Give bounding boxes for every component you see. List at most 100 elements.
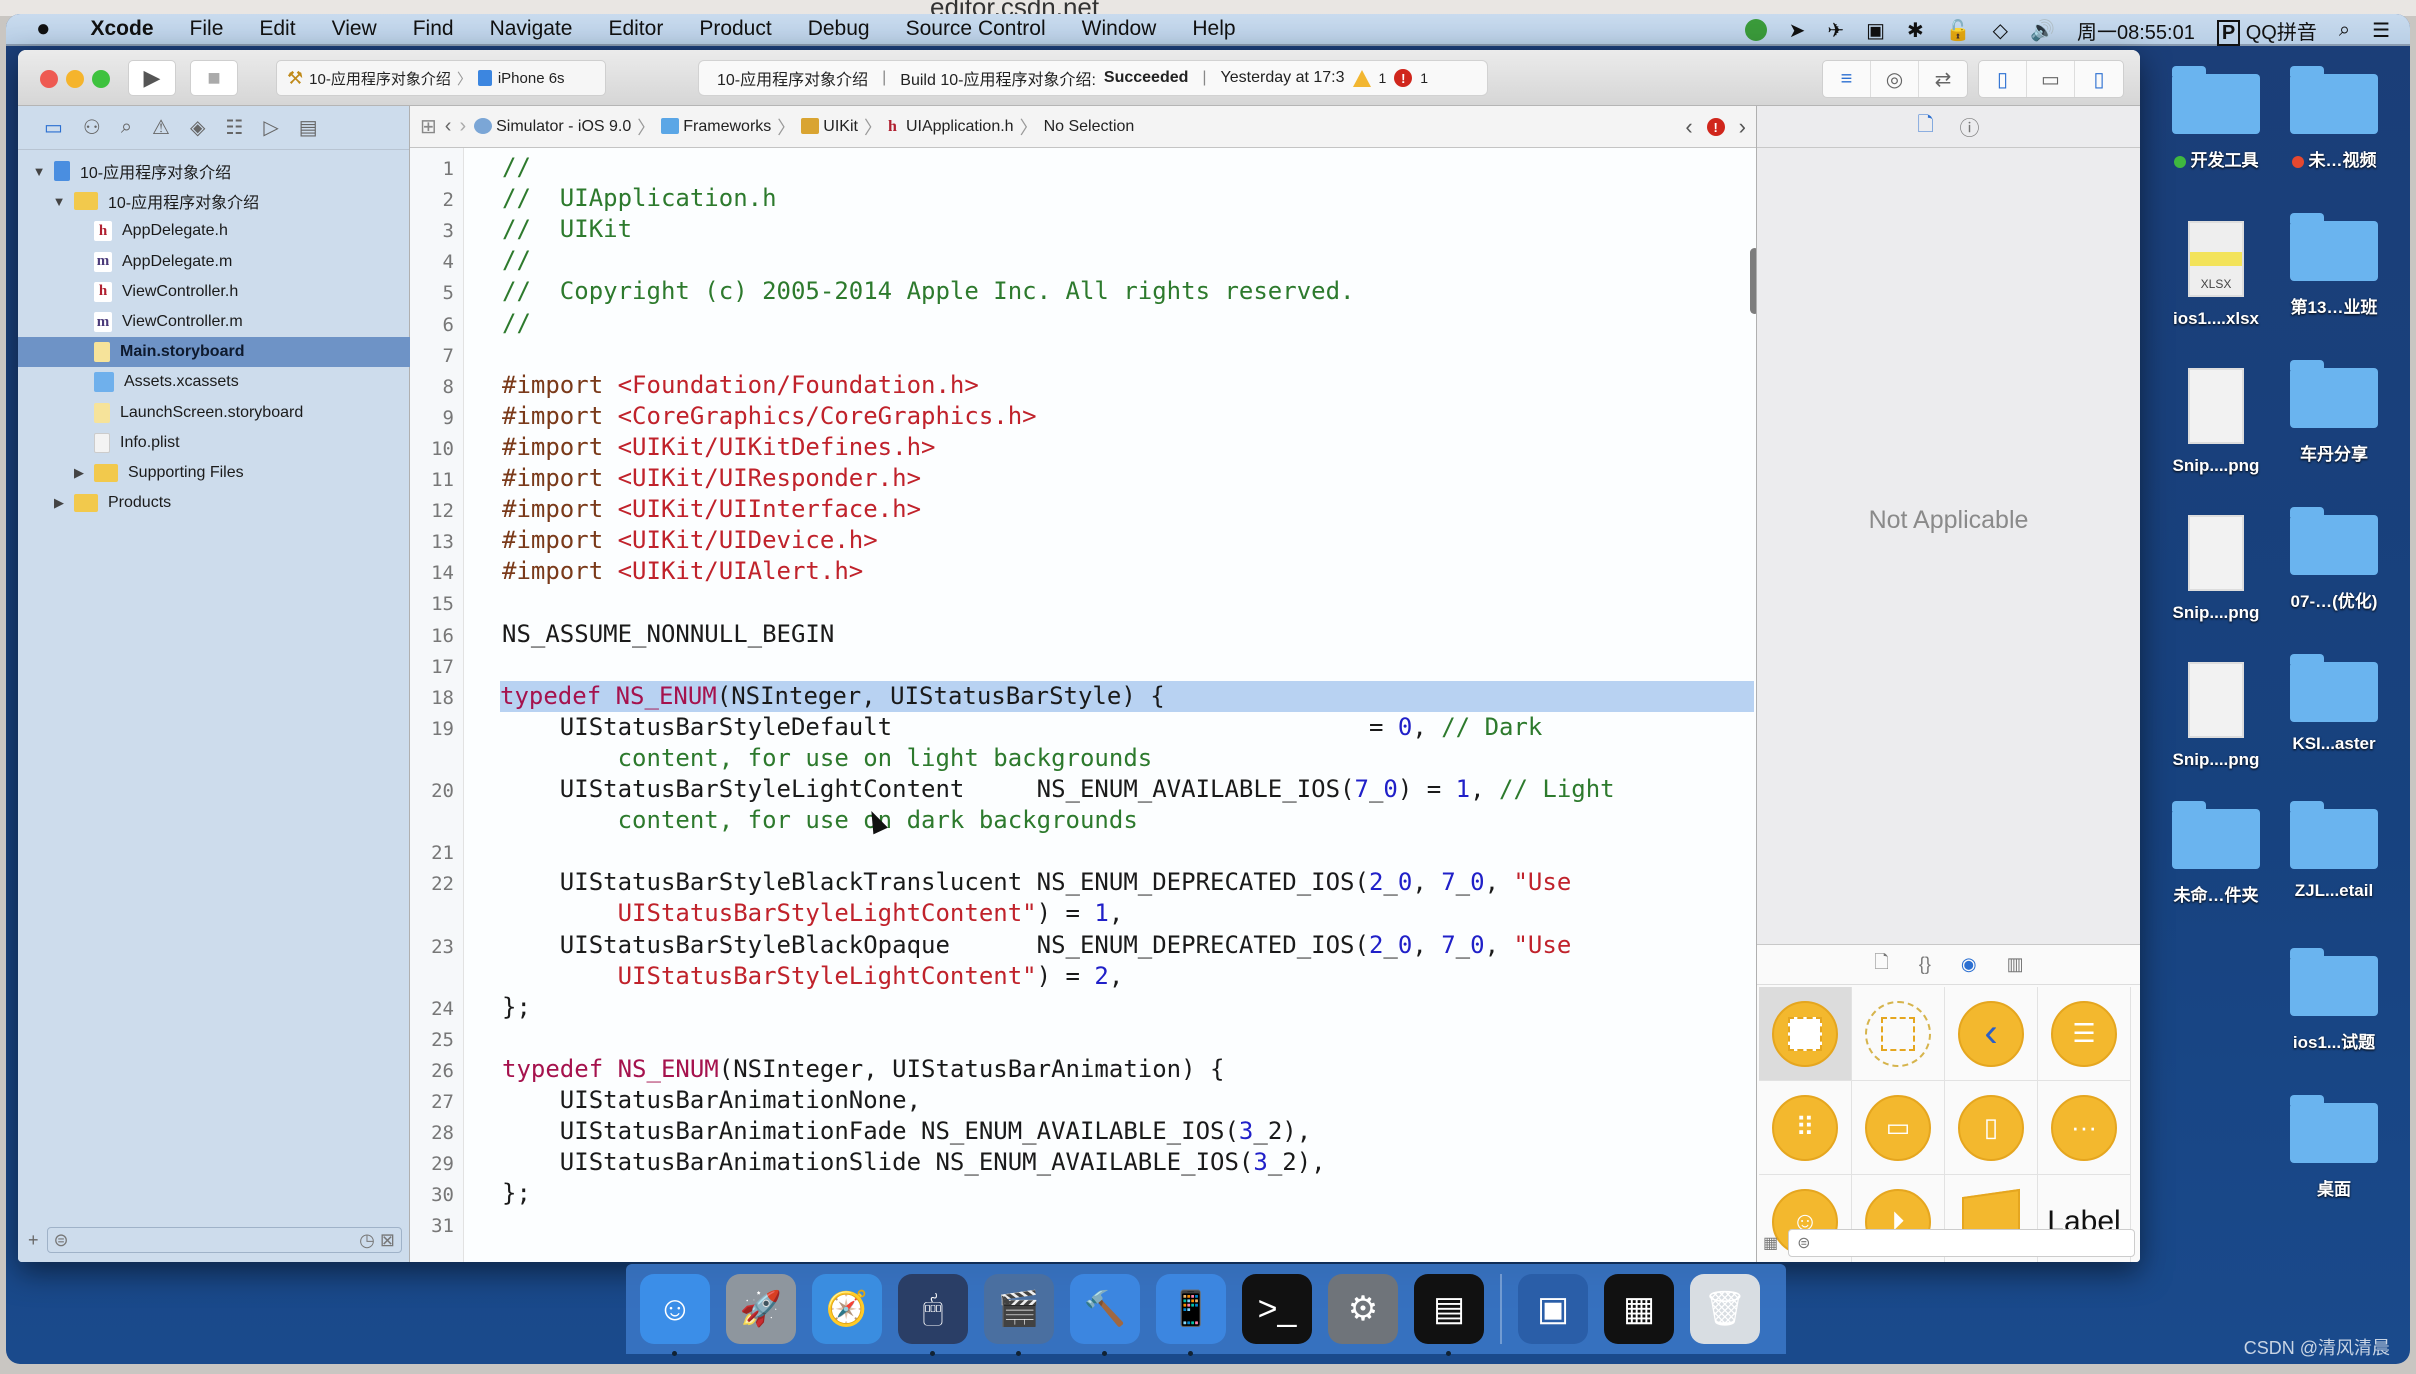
crumb-frameworks[interactable]: Frameworks bbox=[661, 118, 771, 136]
menu-item-editor[interactable]: Editor bbox=[590, 17, 681, 41]
assistant-editor-icon[interactable]: ◎ bbox=[1871, 61, 1919, 97]
dock-app-finder[interactable]: ☺ bbox=[640, 1274, 710, 1356]
menu-app-name[interactable]: Xcode bbox=[73, 17, 172, 41]
desktop-item[interactable]: 第13…业班 bbox=[2274, 213, 2394, 318]
menu-item-debug[interactable]: Debug bbox=[790, 17, 888, 41]
dock-app-mouse-app[interactable]: 🖱 bbox=[898, 1274, 968, 1356]
debug-area-toggle-icon[interactable]: ▭ bbox=[2027, 61, 2075, 97]
clock[interactable]: 周一08:55:01 bbox=[2077, 16, 2195, 45]
warning-icon[interactable] bbox=[1352, 69, 1371, 87]
apple-icon[interactable]: ● bbox=[6, 15, 73, 43]
dock-app-terminal[interactable]: >_ bbox=[1242, 1274, 1312, 1344]
library-item-collection-view-controller[interactable]: ⠿ bbox=[1759, 1081, 1852, 1175]
disclosure-open-icon[interactable]: ▼ bbox=[32, 164, 46, 179]
back-button[interactable]: ‹ bbox=[445, 115, 452, 138]
file-tree-row[interactable]: ▼ 10-应用程序对象介绍 bbox=[18, 186, 410, 216]
file-tree-row[interactable]: ▶ Products bbox=[18, 488, 410, 518]
file-tree-row[interactable]: LaunchScreen.storyboard bbox=[18, 398, 410, 428]
dock-app-imovie[interactable]: 🎬 bbox=[984, 1274, 1054, 1356]
input-method[interactable]: P QQ拼音 bbox=[2216, 16, 2317, 46]
report-navigator-tab-icon[interactable]: ▤ bbox=[299, 115, 318, 140]
dock-app-safari[interactable]: 🧭 bbox=[812, 1274, 882, 1344]
scheme-selector[interactable]: ⚒ 10-应用程序对象介绍 〉 iPhone 6s bbox=[276, 60, 606, 96]
desktop-item[interactable]: 未…视频 bbox=[2274, 66, 2394, 171]
dock-app-trash[interactable]: 🗑 bbox=[1690, 1274, 1760, 1344]
crumb-selection[interactable]: No Selection bbox=[1044, 118, 1135, 136]
dock-app-console[interactable]: ▤ bbox=[1414, 1274, 1484, 1356]
next-issue-button[interactable]: › bbox=[1739, 114, 1746, 140]
file-tree-row[interactable]: m AppDelegate.m bbox=[18, 247, 410, 277]
menu-item-find[interactable]: Find bbox=[395, 17, 472, 41]
file-tree-row[interactable]: h ViewController.h bbox=[18, 277, 410, 307]
standard-editor-icon[interactable]: ≡ bbox=[1823, 61, 1871, 97]
stop-button[interactable]: ■ bbox=[190, 60, 238, 96]
debug-navigator-tab-icon[interactable]: ☷ bbox=[225, 115, 243, 140]
code-snippet-icon[interactable]: {} bbox=[1919, 954, 1931, 975]
menu-item-window[interactable]: Window bbox=[1064, 17, 1175, 41]
menu-item-source-control[interactable]: Source Control bbox=[888, 17, 1064, 41]
desktop-item[interactable]: Snip....png bbox=[2156, 368, 2276, 476]
dock-app-simulator[interactable]: 📱 bbox=[1156, 1274, 1226, 1356]
location-icon[interactable]: ➤ bbox=[1789, 18, 1806, 43]
related-items-icon[interactable]: ⊞ bbox=[420, 114, 437, 139]
menu-item-view[interactable]: View bbox=[314, 17, 395, 41]
lock-icon[interactable]: 🔓 bbox=[1946, 18, 1971, 43]
disclosure-open-icon[interactable]: ▼ bbox=[52, 194, 66, 209]
menu-item-product[interactable]: Product bbox=[681, 17, 789, 41]
file-tree-row[interactable]: Info.plist bbox=[18, 428, 410, 458]
zoom-window-button[interactable] bbox=[92, 70, 110, 88]
file-tree-row[interactable]: Main.storyboard bbox=[18, 337, 410, 368]
close-window-button[interactable] bbox=[40, 70, 58, 88]
navigator-filter-input[interactable]: ⊜ ◷ ⊠ bbox=[46, 1227, 402, 1253]
file-template-icon[interactable]: 🗋 bbox=[1874, 950, 1888, 980]
desktop-item[interactable]: KSI...aster bbox=[2274, 654, 2394, 754]
library-item-page-view-controller[interactable]: ··· bbox=[2038, 1081, 2131, 1175]
utilities-toggle-icon[interactable]: ▯ bbox=[2075, 61, 2123, 97]
version-editor-icon[interactable]: ⇄ bbox=[1919, 61, 1967, 97]
issue-error-icon[interactable]: ! bbox=[1706, 118, 1725, 136]
crumb-file[interactable]: h UIApplication.h bbox=[888, 118, 1014, 136]
source-editor[interactable]: //// UIApplication.h// UIKit//// Copyrig… bbox=[464, 148, 1756, 1262]
media-library-icon[interactable]: ▥ bbox=[2007, 954, 2024, 975]
disclosure-closed-icon[interactable]: ▶ bbox=[52, 495, 66, 511]
dock-app-launchpad[interactable]: 🚀 bbox=[726, 1274, 796, 1344]
file-tree-row[interactable]: ▼ 10-应用程序对象介绍 bbox=[18, 156, 410, 186]
bluetooth-icon[interactable]: ✱ bbox=[1907, 18, 1924, 43]
desktop-item[interactable]: XLSX ios1....xlsx bbox=[2156, 221, 2276, 329]
add-file-button[interactable]: + bbox=[28, 1230, 39, 1251]
issue-navigator-tab-icon[interactable]: ⚠ bbox=[152, 115, 170, 140]
qq-icon[interactable] bbox=[1744, 19, 1767, 41]
activity-viewer[interactable]: 10-应用程序对象介绍 | Build 10-应用程序对象介绍: Succeed… bbox=[698, 60, 1488, 96]
desktop-item[interactable]: 未命…件夹 bbox=[2156, 801, 2276, 906]
object-library-icon[interactable]: ◉ bbox=[1961, 954, 1977, 975]
project-navigator-tab-icon[interactable]: ▭ bbox=[44, 115, 63, 140]
forward-button[interactable]: › bbox=[459, 115, 466, 138]
wifi-icon[interactable]: ◇ bbox=[1993, 18, 2008, 43]
camera-icon[interactable]: ▣ bbox=[1866, 18, 1885, 43]
desktop-item[interactable]: Snip....png bbox=[2156, 662, 2276, 770]
dock-app-calculator[interactable]: ▦ bbox=[1604, 1274, 1674, 1344]
menu-item-file[interactable]: File bbox=[172, 17, 242, 41]
desktop-item[interactable]: 07-…(优化) bbox=[2274, 507, 2394, 612]
error-icon[interactable]: ! bbox=[1394, 69, 1413, 87]
disclosure-closed-icon[interactable]: ▶ bbox=[72, 465, 86, 481]
library-item-storyboard-reference[interactable] bbox=[1852, 987, 1945, 1081]
library-item-table-view-controller[interactable]: ☰ bbox=[2038, 987, 2131, 1081]
menu-item-navigate[interactable]: Navigate bbox=[472, 17, 591, 41]
breakpoint-navigator-tab-icon[interactable]: ▷ bbox=[263, 115, 278, 140]
run-button[interactable]: ▶ bbox=[128, 60, 176, 96]
desktop-item[interactable]: Snip....png bbox=[2156, 515, 2276, 623]
file-inspector-icon[interactable]: 🗋 bbox=[1917, 110, 1933, 144]
notification-center-icon[interactable]: ☰ bbox=[2372, 18, 2390, 43]
symbol-navigator-tab-icon[interactable]: ⚇ bbox=[83, 115, 101, 140]
grid-view-toggle-icon[interactable]: ▦ bbox=[1763, 1233, 1778, 1253]
source-control-filter-icon[interactable]: ⊠ bbox=[380, 1230, 395, 1250]
dock-app-screen-sharing[interactable]: ▣ bbox=[1518, 1274, 1588, 1344]
quick-help-icon[interactable]: ⓘ bbox=[1960, 112, 1980, 141]
desktop-item[interactable]: ios1...试题 bbox=[2274, 948, 2394, 1053]
dock-app-xcode[interactable]: 🔨 bbox=[1070, 1274, 1140, 1356]
crumb-uikit[interactable]: UIKit bbox=[801, 118, 858, 136]
navigator-toggle-icon[interactable]: ▯ bbox=[1979, 61, 2027, 97]
recent-files-icon[interactable]: ◷ bbox=[359, 1230, 375, 1250]
menu-item-help[interactable]: Help bbox=[1174, 17, 1253, 41]
